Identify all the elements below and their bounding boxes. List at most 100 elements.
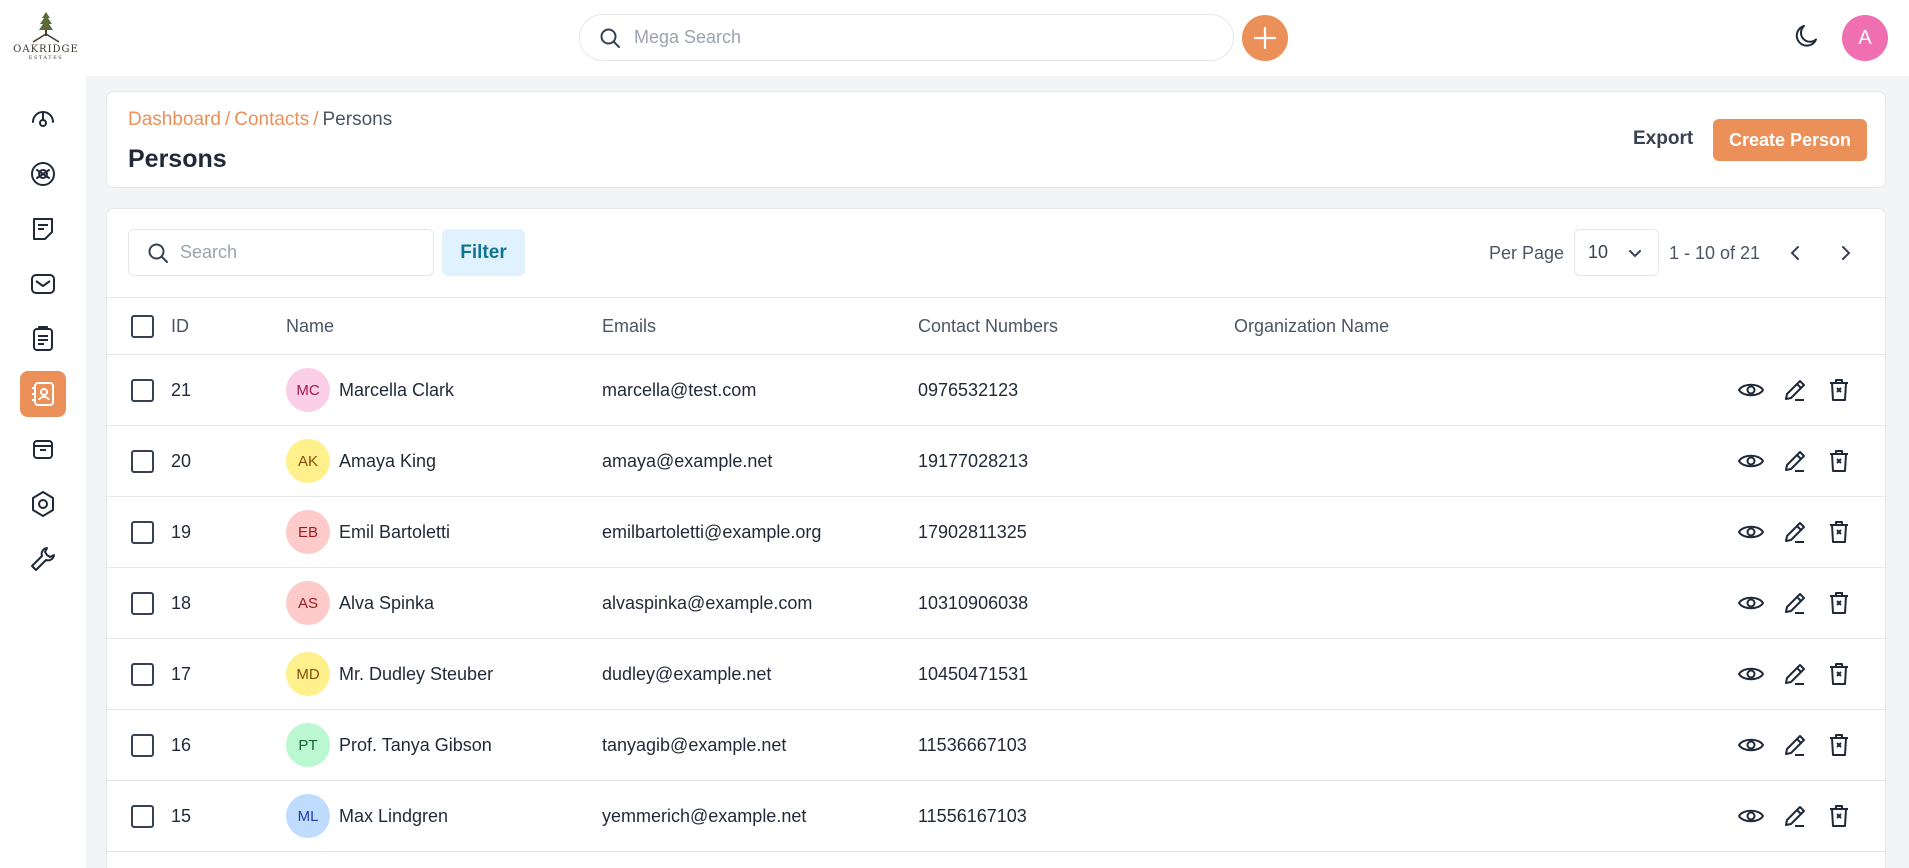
per-page-select[interactable]: 10 (1574, 229, 1659, 276)
sidebar-item-mail[interactable] (20, 261, 66, 307)
sidebar-item-settings[interactable] (20, 481, 66, 527)
person-name[interactable]: Alva Spinka (339, 593, 434, 614)
sidebar-item-products[interactable] (20, 426, 66, 472)
person-name-cell: AK Amaya King (286, 426, 436, 496)
export-button[interactable]: Export (1619, 118, 1707, 160)
delete-trash-icon[interactable] (1825, 589, 1853, 617)
view-eye-icon[interactable] (1737, 589, 1765, 617)
person-email: alvaspinka@example.com (602, 592, 813, 613)
next-page-button[interactable] (1832, 239, 1860, 267)
table-search-input[interactable] (180, 242, 420, 263)
table-row[interactable]: 21 MC Marcella Clark marcella@test.com 0… (107, 355, 1885, 426)
sidebar-item-configuration[interactable] (20, 536, 66, 582)
view-eye-icon[interactable] (1737, 518, 1765, 546)
person-name[interactable]: Amaya King (339, 451, 436, 472)
column-header-emails[interactable]: Emails (602, 298, 656, 354)
person-name[interactable]: Mr. Dudley Steuber (339, 664, 493, 685)
sidebar-item-leads[interactable] (20, 151, 66, 197)
person-email: amaya@example.net (602, 450, 773, 471)
person-name[interactable]: Emil Bartoletti (339, 522, 450, 543)
create-person-button[interactable]: Create Person (1713, 119, 1867, 161)
edit-pencil-icon[interactable] (1781, 589, 1809, 617)
table-search[interactable] (128, 229, 434, 276)
row-checkbox[interactable] (131, 520, 154, 544)
mail-icon (31, 274, 55, 294)
person-name[interactable]: Prof. Tanya Gibson (339, 735, 492, 756)
person-email: marcella@test.com (602, 379, 757, 400)
contacts-book-icon (32, 382, 54, 406)
delete-trash-icon[interactable] (1825, 447, 1853, 475)
quick-add-button[interactable] (1242, 15, 1288, 61)
table-row[interactable]: 18 AS Alva Spinka alvaspinka@example.com… (107, 568, 1885, 639)
logo[interactable]: OAKRIDGE ESTATES (13, 10, 79, 66)
row-checkbox[interactable] (131, 804, 154, 828)
edit-pencil-icon[interactable] (1781, 518, 1809, 546)
row-checkbox[interactable] (131, 449, 154, 473)
per-page-label: Per Page (1489, 243, 1565, 263)
row-checkbox[interactable] (131, 662, 154, 686)
column-header-organization[interactable]: Organization Name (1234, 298, 1389, 354)
tree-logo-icon (32, 12, 60, 43)
edit-pencil-icon[interactable] (1781, 376, 1809, 404)
column-header-name[interactable]: Name (286, 298, 334, 354)
person-id: 20 (171, 450, 192, 471)
filter-button[interactable]: Filter (442, 229, 525, 276)
table-row[interactable]: 20 AK Amaya King amaya@example.net 19177… (107, 426, 1885, 497)
wrench-icon (31, 547, 55, 571)
delete-trash-icon[interactable] (1825, 518, 1853, 546)
breadcrumb-contacts[interactable]: Contacts (234, 109, 309, 130)
person-phone: 19177028213 (918, 450, 1029, 471)
row-checkbox[interactable] (131, 591, 154, 615)
table-row[interactable]: 17 MD Mr. Dudley Steuber dudley@example.… (107, 639, 1885, 710)
page-title: Persons (128, 145, 227, 173)
table-toolbar: Filter Per Page 10 1 - 10 of 21 (107, 209, 1885, 298)
view-eye-icon[interactable] (1737, 447, 1765, 475)
delete-trash-icon[interactable] (1825, 731, 1853, 759)
row-checkbox[interactable] (131, 733, 154, 757)
breadcrumb-dashboard[interactable]: Dashboard (128, 109, 221, 130)
sidebar-item-activities[interactable] (20, 316, 66, 362)
row-actions (1737, 426, 1853, 496)
person-email: dudley@example.net (602, 663, 772, 684)
row-select-cell (131, 426, 154, 496)
sidebar-item-contacts[interactable] (20, 371, 66, 417)
view-eye-icon[interactable] (1737, 731, 1765, 759)
table-row[interactable]: 19 EB Emil Bartoletti emilbartoletti@exa… (107, 497, 1885, 568)
delete-trash-icon[interactable] (1825, 660, 1853, 688)
mega-search[interactable] (579, 14, 1234, 61)
user-avatar[interactable]: A (1842, 15, 1888, 61)
plus-icon (1253, 26, 1277, 50)
person-avatar: AK (286, 439, 330, 483)
dark-mode-toggle-icon[interactable] (1792, 21, 1822, 51)
person-name[interactable]: Max Lindgren (339, 806, 448, 827)
person-name-cell: PT Prof. Tanya Gibson (286, 710, 492, 780)
row-select-cell (131, 781, 154, 851)
table-row[interactable]: 16 PT Prof. Tanya Gibson tanyagib@exampl… (107, 710, 1885, 781)
archive-box-icon (33, 440, 53, 459)
view-eye-icon[interactable] (1737, 660, 1765, 688)
edit-pencil-icon[interactable] (1781, 731, 1809, 759)
column-header-contact-numbers[interactable]: Contact Numbers (918, 298, 1058, 354)
table-row[interactable]: 15 ML Max Lindgren yemmerich@example.net… (107, 781, 1885, 852)
sidebar-item-quotes[interactable] (20, 206, 66, 252)
column-header-id[interactable]: ID (171, 298, 189, 354)
delete-trash-icon[interactable] (1825, 802, 1853, 830)
person-id: 21 (171, 379, 192, 400)
edit-pencil-icon[interactable] (1781, 447, 1809, 475)
edit-pencil-icon[interactable] (1781, 660, 1809, 688)
logo-text: OAKRIDGE (13, 44, 79, 55)
view-eye-icon[interactable] (1737, 376, 1765, 404)
sidebar-item-dashboard[interactable] (20, 96, 66, 142)
select-all-checkbox[interactable] (131, 314, 154, 338)
row-actions (1737, 568, 1853, 638)
edit-pencil-icon[interactable] (1781, 802, 1809, 830)
person-phone: 10310906038 (918, 592, 1029, 613)
row-checkbox[interactable] (131, 378, 154, 402)
chevron-down-icon (1629, 250, 1641, 258)
mega-search-input[interactable] (634, 27, 1194, 48)
delete-trash-icon[interactable] (1825, 376, 1853, 404)
person-id: 17 (171, 663, 192, 684)
person-name[interactable]: Marcella Clark (339, 380, 454, 401)
view-eye-icon[interactable] (1737, 802, 1765, 830)
previous-page-button[interactable] (1781, 239, 1809, 267)
